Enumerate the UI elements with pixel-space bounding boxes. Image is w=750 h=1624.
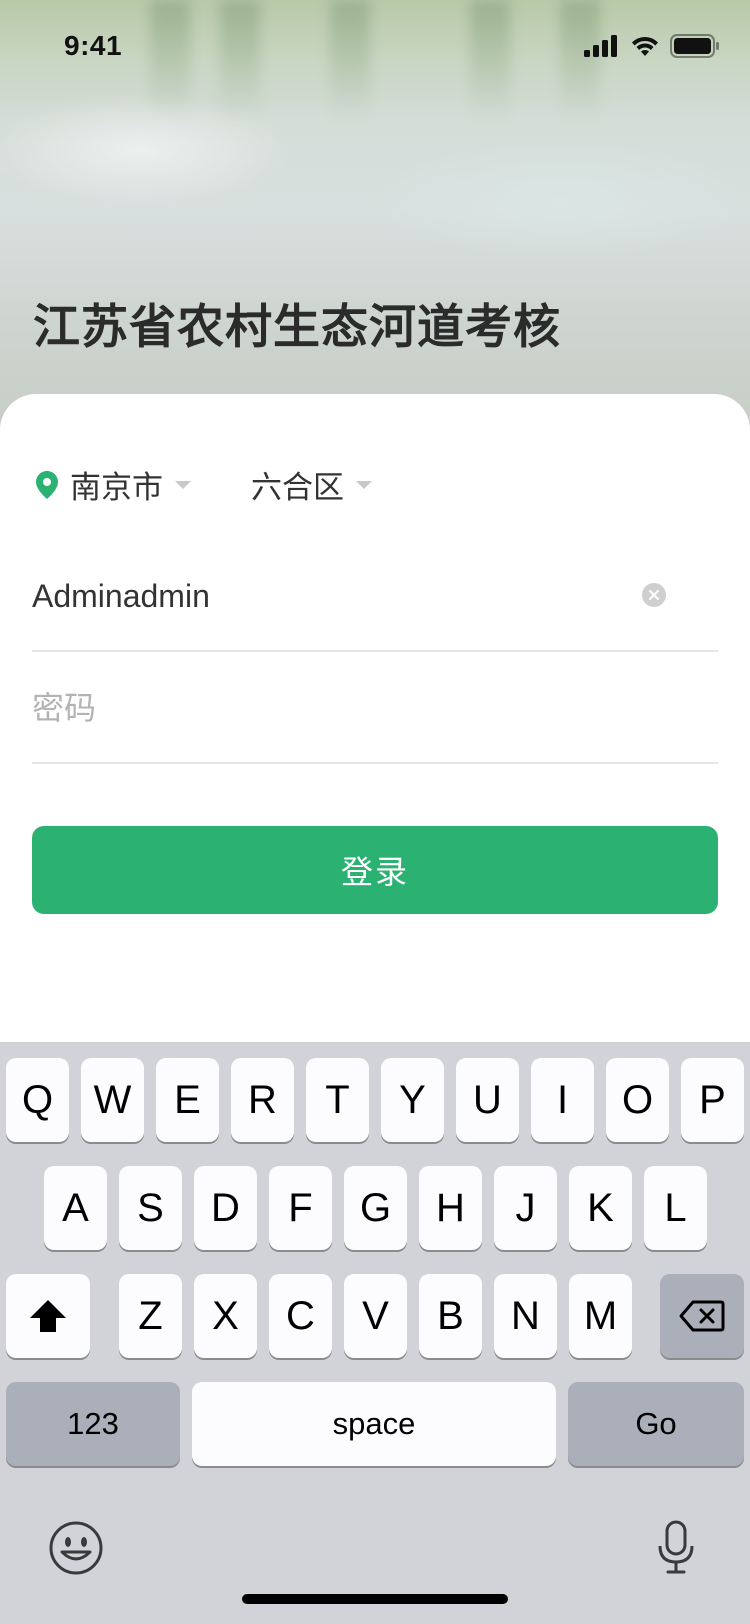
key-y[interactable]: Y xyxy=(381,1058,444,1142)
clear-icon[interactable] xyxy=(642,583,666,607)
key-p[interactable]: P xyxy=(681,1058,744,1142)
key-h[interactable]: H xyxy=(419,1166,482,1250)
key-l[interactable]: L xyxy=(644,1166,707,1250)
district-label: 六合区 xyxy=(251,470,344,506)
location-pin-icon xyxy=(36,470,58,499)
keyboard: Q W E R T Y U I O P A S D F G H J K L Z … xyxy=(0,1042,750,1624)
city-select[interactable]: 南京市 xyxy=(36,462,191,507)
chevron-down-icon xyxy=(175,480,191,489)
key-f[interactable]: F xyxy=(269,1166,332,1250)
key-c[interactable]: C xyxy=(269,1274,332,1358)
status-time: 9:41 xyxy=(64,30,123,61)
district-select[interactable]: 六合区 xyxy=(251,462,372,507)
city-label: 南京市 xyxy=(70,470,163,506)
numbers-key[interactable]: 123 xyxy=(6,1382,180,1466)
key-g[interactable]: G xyxy=(344,1166,407,1250)
key-t[interactable]: T xyxy=(306,1058,369,1142)
status-icons xyxy=(584,34,720,58)
username-input[interactable] xyxy=(32,566,632,626)
key-n[interactable]: N xyxy=(494,1274,557,1358)
app-title: 江苏省农村生态河道考核 xyxy=(33,300,561,355)
emoji-icon xyxy=(49,1521,103,1575)
key-k[interactable]: K xyxy=(569,1166,632,1250)
dictation-button[interactable] xyxy=(656,1520,696,1581)
password-input[interactable] xyxy=(32,678,632,738)
region-selector: 南京市 六合区 xyxy=(36,462,432,507)
key-v[interactable]: V xyxy=(344,1274,407,1358)
key-b[interactable]: B xyxy=(419,1274,482,1358)
key-j[interactable]: J xyxy=(494,1166,557,1250)
key-e[interactable]: E xyxy=(156,1058,219,1142)
login-button[interactable]: 登录 xyxy=(32,826,718,914)
backspace-icon xyxy=(679,1300,725,1332)
emoji-button[interactable] xyxy=(48,1520,104,1581)
wifi-icon xyxy=(632,36,658,56)
cellular-signal-icon xyxy=(584,35,617,57)
key-s[interactable]: S xyxy=(119,1166,182,1250)
status-bar: 9:41 xyxy=(0,0,750,88)
shift-icon xyxy=(30,1300,66,1332)
login-card: 南京市 六合区 登录 xyxy=(0,394,750,1094)
key-d[interactable]: D xyxy=(194,1166,257,1250)
key-r[interactable]: R xyxy=(231,1058,294,1142)
chevron-down-icon xyxy=(356,480,372,489)
backspace-key[interactable] xyxy=(660,1274,744,1358)
battery-icon xyxy=(670,34,719,58)
shift-key[interactable] xyxy=(6,1274,90,1358)
space-key[interactable]: space xyxy=(192,1382,556,1466)
key-o[interactable]: O xyxy=(606,1058,669,1142)
key-q[interactable]: Q xyxy=(6,1058,69,1142)
key-w[interactable]: W xyxy=(81,1058,144,1142)
go-key[interactable]: Go xyxy=(568,1382,744,1466)
username-field xyxy=(32,542,718,652)
key-u[interactable]: U xyxy=(456,1058,519,1142)
password-field xyxy=(32,654,718,764)
home-indicator[interactable] xyxy=(242,1594,508,1604)
microphone-icon xyxy=(658,1520,694,1574)
key-x[interactable]: X xyxy=(194,1274,257,1358)
key-i[interactable]: I xyxy=(531,1058,594,1142)
key-m[interactable]: M xyxy=(569,1274,632,1358)
key-z[interactable]: Z xyxy=(119,1274,182,1358)
key-a[interactable]: A xyxy=(44,1166,107,1250)
